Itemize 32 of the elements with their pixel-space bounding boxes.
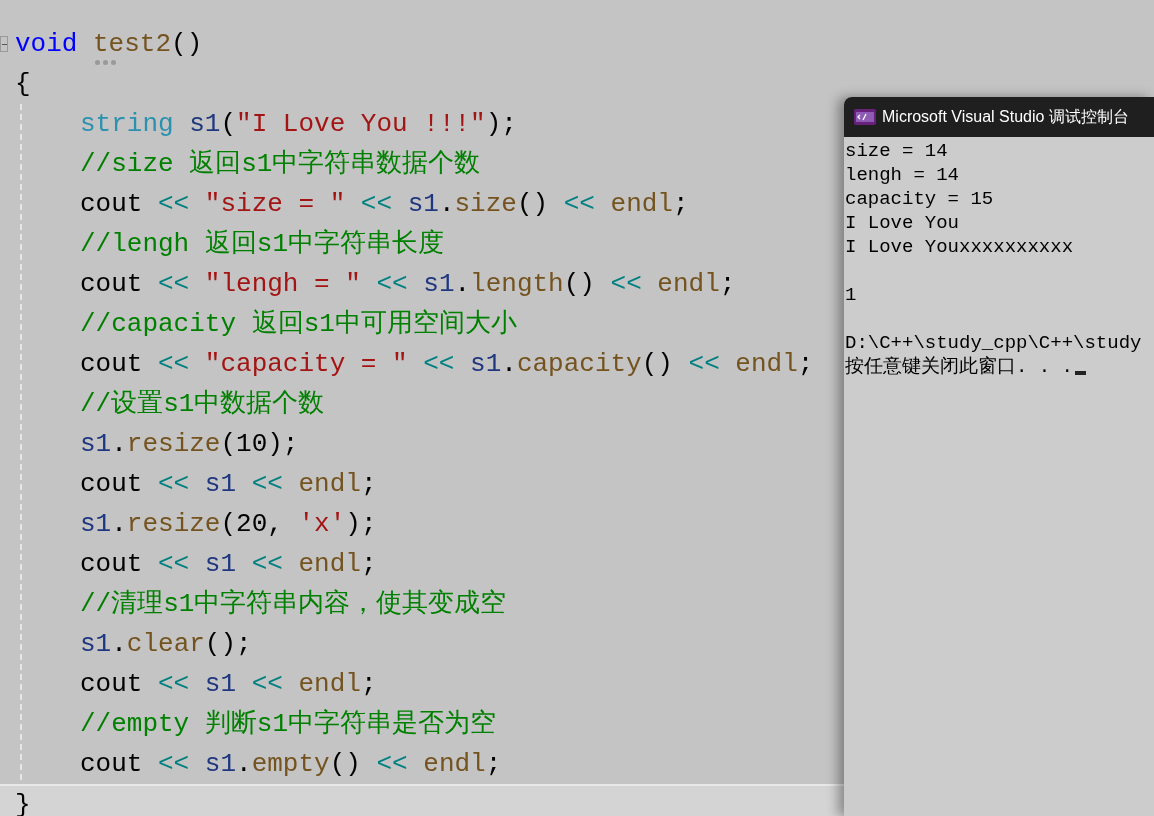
code-line: //empty 判断s1中字符串是否为空 xyxy=(80,707,497,741)
code-line: string s1("I Love You !!!"); xyxy=(80,107,517,141)
collapse-icon[interactable] xyxy=(0,36,8,52)
code-line: s1.resize(10); xyxy=(80,427,299,461)
code-line: cout << s1 << endl; xyxy=(80,547,377,581)
console-output-line: size = 14 xyxy=(845,139,948,163)
code-line: cout << s1 << endl; xyxy=(80,467,377,501)
code-line: cout << s1.empty() << endl; xyxy=(80,747,502,781)
code-line: cout << s1 << endl; xyxy=(80,667,377,701)
console-output-line: lengh = 14 xyxy=(845,163,960,187)
code-line: s1.resize(20, 'x'); xyxy=(80,507,377,541)
console-output-line: 按任意键关闭此窗口. . . xyxy=(845,355,1073,379)
code-line: cout << "capacity = " << s1.capacity() << endl; xyxy=(80,347,814,381)
code-line: cout << "size = " << s1.size() << endl; xyxy=(80,187,689,221)
console-output-line: I Love Youxxxxxxxxxx xyxy=(845,235,1074,259)
code-line: //清理s1中字符串内容，使其变成空 xyxy=(80,587,507,621)
code-line: //capacity 返回s1中可用空间大小 xyxy=(80,307,517,341)
console-app-icon xyxy=(854,109,876,125)
code-line: { xyxy=(15,67,31,101)
console-output-line: D:\C++\study_cpp\C++\study xyxy=(845,331,1142,355)
console-output-line: 1 xyxy=(845,283,857,307)
console-title: Microsoft Visual Studio 调试控制台 xyxy=(882,107,1129,127)
code-line: cout << "lengh = " << s1.length() << endl; xyxy=(80,267,736,301)
text-cursor xyxy=(1075,371,1086,375)
code-line: //设置s1中数据个数 xyxy=(80,387,325,421)
code-line: //lengh 返回s1中字符串长度 xyxy=(80,227,445,261)
code-line: } xyxy=(15,788,31,816)
code-line: void test2() xyxy=(15,24,203,64)
console-output-line: capacity = 15 xyxy=(845,187,994,211)
console-output-line: I Love You xyxy=(845,211,960,235)
code-line: s1.clear(); xyxy=(80,627,252,661)
code-line: //size 返回s1中字符串数据个数 xyxy=(80,147,481,181)
